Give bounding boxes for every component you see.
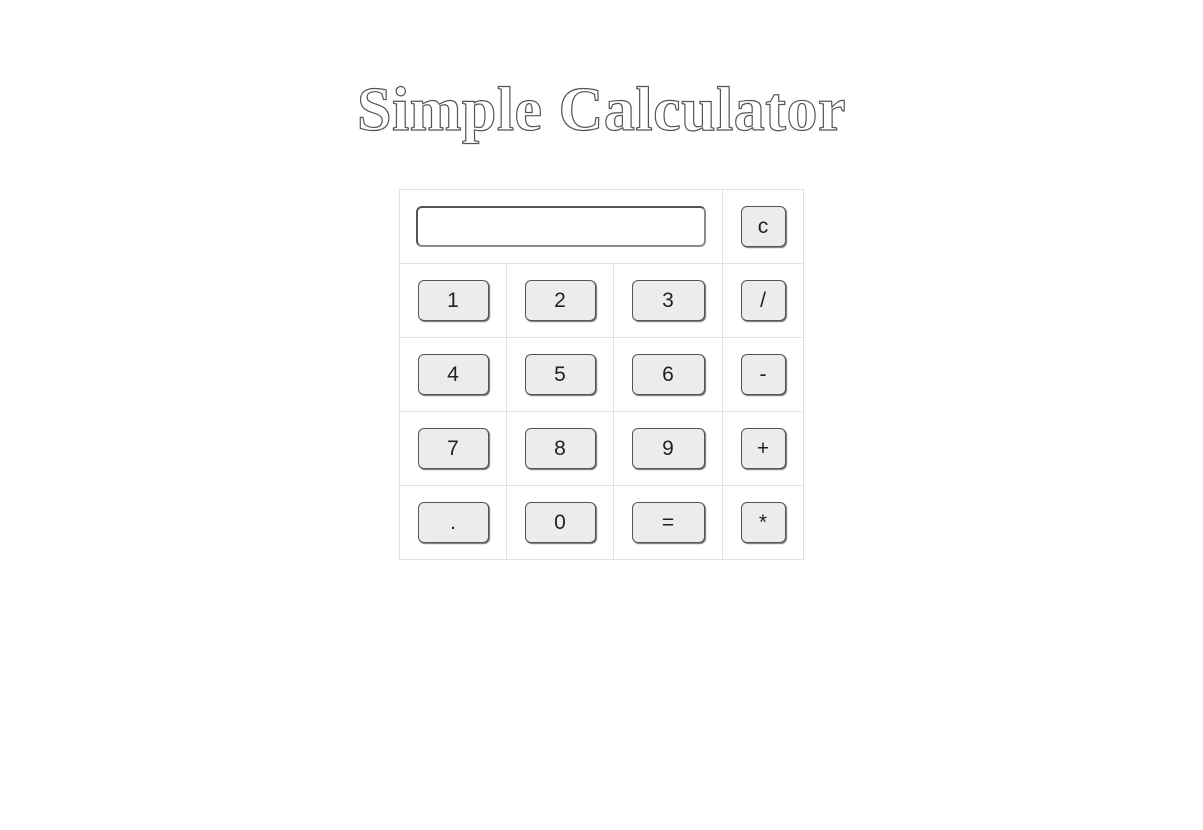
key-cell: 0 — [506, 485, 614, 560]
digit-3-button[interactable]: 3 — [631, 280, 705, 321]
calculator: c 1 2 3 / 4 5 6 - 7 8 9 + . 0 = * — [399, 189, 804, 560]
key-cell: 1 — [399, 263, 507, 338]
multiply-button[interactable]: * — [740, 502, 786, 543]
calculator-row-display: c — [399, 189, 804, 264]
key-cell: 4 — [399, 337, 507, 412]
minus-button[interactable]: - — [740, 354, 786, 395]
key-cell: 5 — [506, 337, 614, 412]
key-cell: = — [613, 485, 723, 560]
display-input[interactable] — [416, 206, 706, 247]
key-cell: . — [399, 485, 507, 560]
digit-9-button[interactable]: 9 — [631, 428, 705, 469]
key-cell: 3 — [613, 263, 723, 338]
key-cell: 9 — [613, 411, 723, 486]
key-cell: + — [722, 411, 804, 486]
digit-7-button[interactable]: 7 — [417, 428, 489, 469]
decimal-button[interactable]: . — [417, 502, 489, 543]
digit-1-button[interactable]: 1 — [417, 280, 489, 321]
page-title: Simple Calculator — [356, 75, 846, 144]
divide-button[interactable]: / — [740, 280, 786, 321]
key-cell: 2 — [506, 263, 614, 338]
key-cell: / — [722, 263, 804, 338]
clear-button[interactable]: c — [740, 206, 786, 247]
calculator-row-4: . 0 = * — [399, 485, 804, 560]
display-cell — [399, 189, 723, 264]
calculator-row-1: 1 2 3 / — [399, 263, 804, 338]
digit-6-button[interactable]: 6 — [631, 354, 705, 395]
digit-5-button[interactable]: 5 — [524, 354, 596, 395]
key-cell: * — [722, 485, 804, 560]
digit-0-button[interactable]: 0 — [524, 502, 596, 543]
key-cell: 6 — [613, 337, 723, 412]
plus-button[interactable]: + — [740, 428, 786, 469]
clear-cell: c — [722, 189, 804, 264]
calculator-row-3: 7 8 9 + — [399, 411, 804, 486]
digit-4-button[interactable]: 4 — [417, 354, 489, 395]
digit-8-button[interactable]: 8 — [524, 428, 596, 469]
equals-button[interactable]: = — [631, 502, 705, 543]
key-cell: 8 — [506, 411, 614, 486]
key-cell: 7 — [399, 411, 507, 486]
digit-2-button[interactable]: 2 — [524, 280, 596, 321]
key-cell: - — [722, 337, 804, 412]
calculator-row-2: 4 5 6 - — [399, 337, 804, 412]
